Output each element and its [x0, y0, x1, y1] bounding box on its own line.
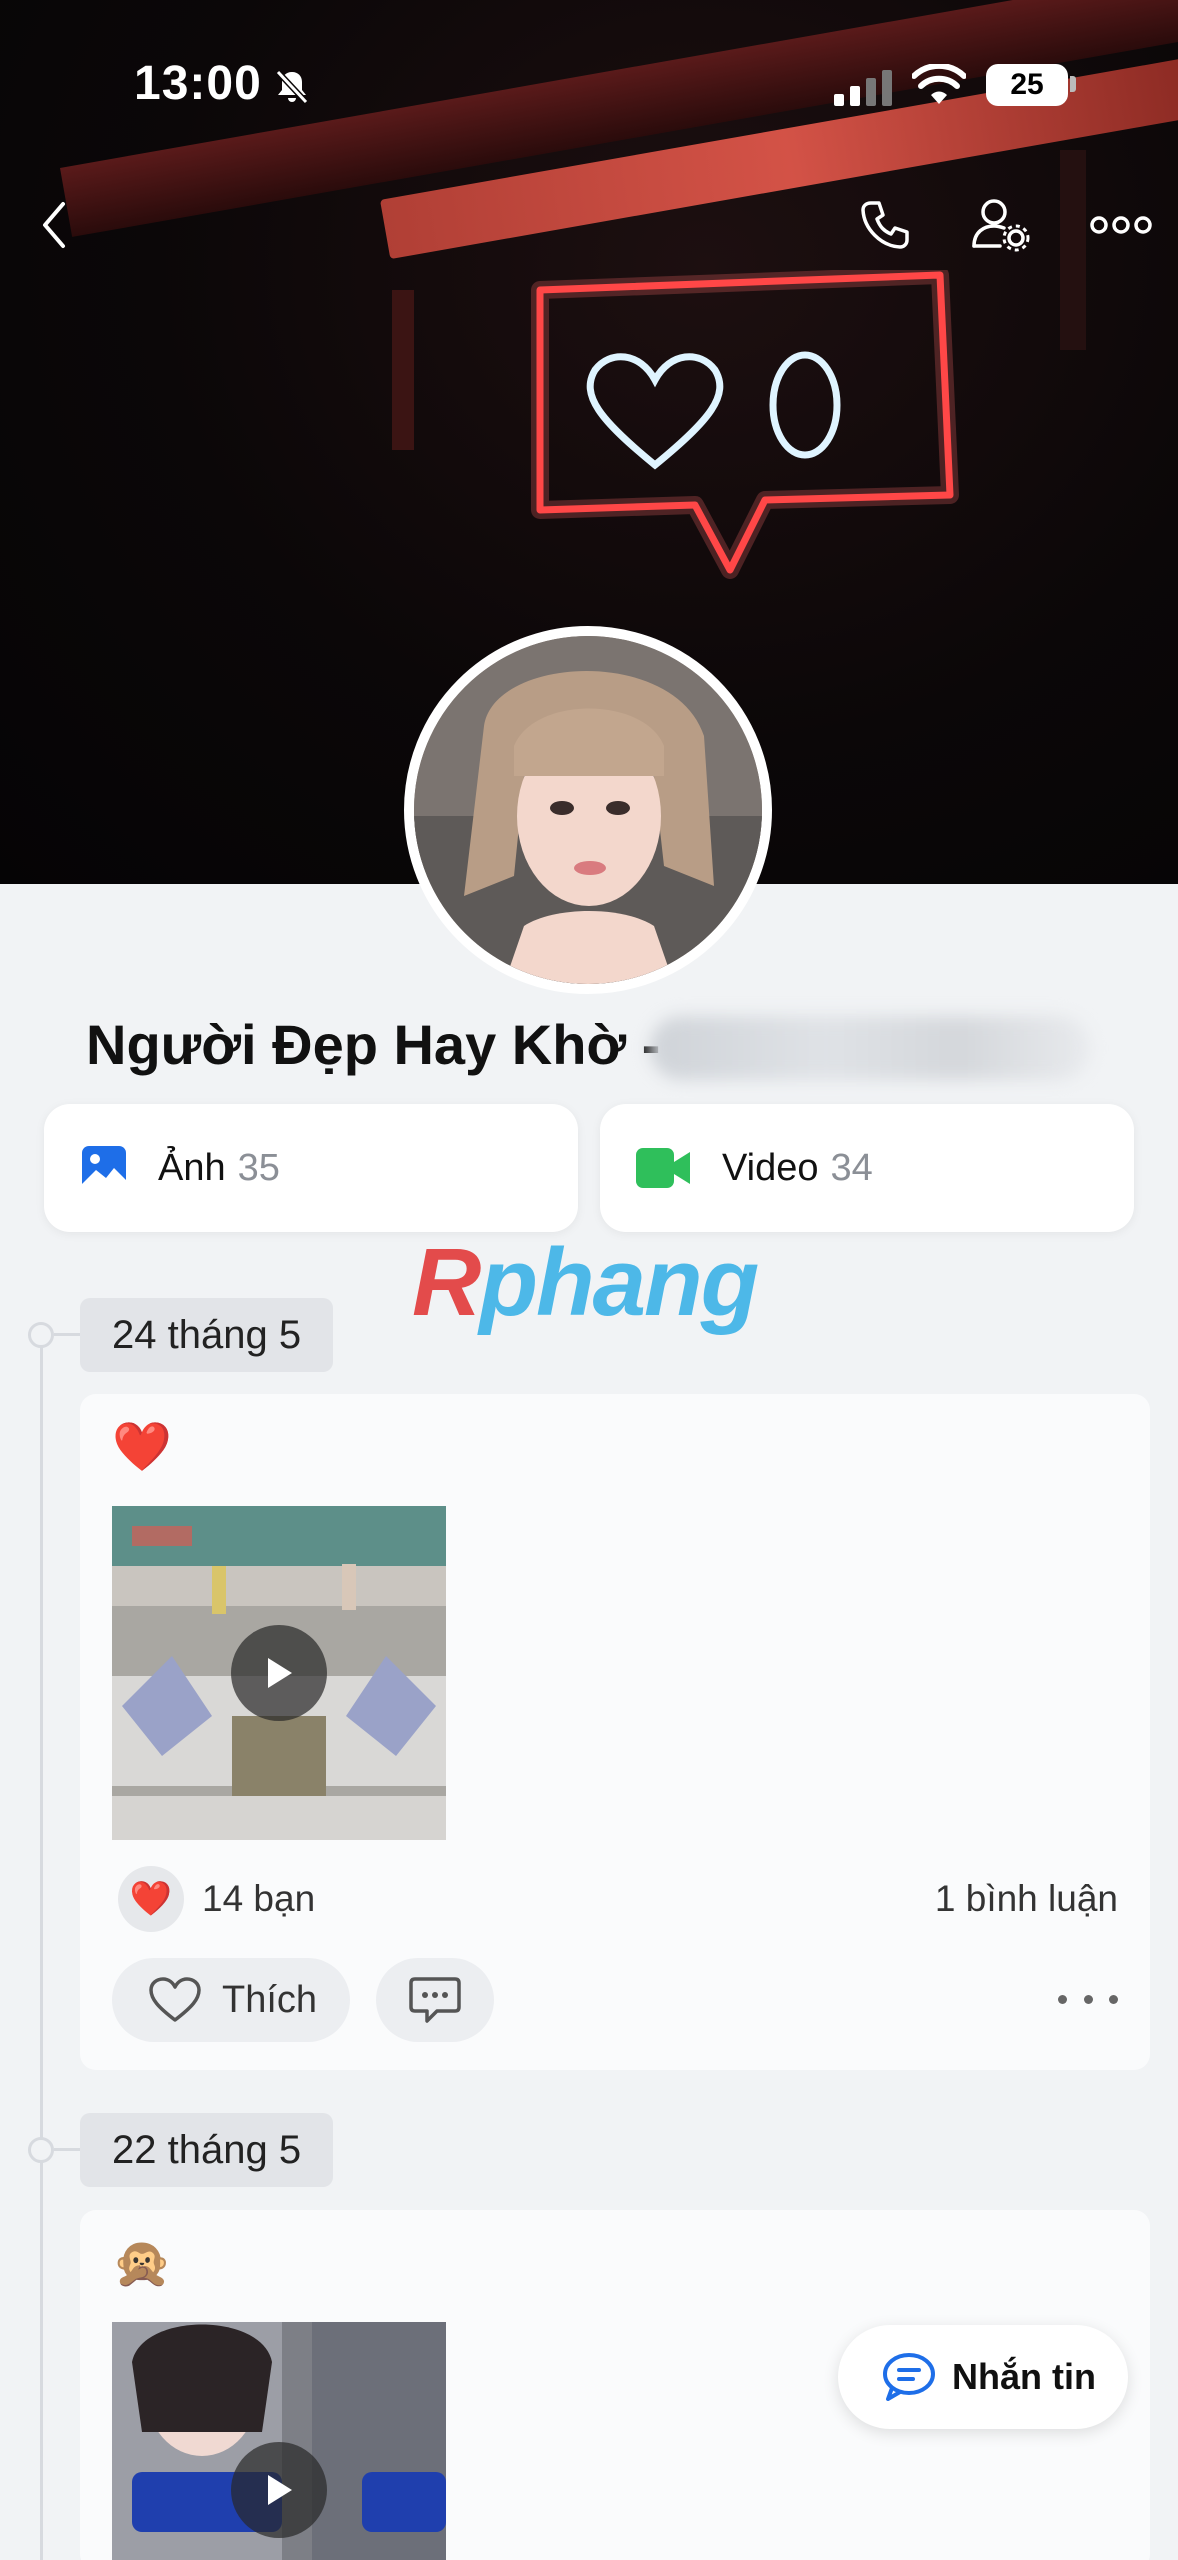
- message-label: Nhắn tin: [952, 2356, 1096, 2397]
- video-thumbnail[interactable]: [112, 2322, 446, 2560]
- reaction-count[interactable]: 14 bạn: [202, 1878, 315, 1920]
- status-time: 13:00: [134, 57, 262, 110]
- timeline-dot: [28, 1322, 54, 1348]
- back-chevron-icon: [43, 202, 65, 248]
- timeline-line: [40, 1330, 43, 2560]
- photos-label: Ảnh: [158, 1146, 226, 1189]
- profile-name: Người Đẹp Hay Khờ -: [86, 1013, 661, 1076]
- comment-icon: [409, 1977, 461, 2023]
- like-label: Thích: [222, 1978, 318, 2021]
- redacted-text: [650, 1016, 1090, 1080]
- like-button[interactable]: Thích: [112, 1958, 350, 2042]
- profile-settings-button[interactable]: [966, 190, 1036, 260]
- videos-label: Video: [722, 1146, 819, 1189]
- play-icon: [268, 2475, 292, 2505]
- timeline-dot: [28, 2137, 54, 2163]
- profile-avatar[interactable]: [404, 626, 772, 994]
- play-button[interactable]: [231, 2442, 327, 2538]
- message-button[interactable]: Nhắn tin: [838, 2325, 1128, 2429]
- phone-icon: [861, 201, 909, 249]
- timeline-tick: [54, 2148, 82, 2151]
- battery-cap: [1070, 76, 1076, 92]
- avatar-portrait: [414, 636, 762, 984]
- signal-icon: [834, 70, 892, 106]
- user-settings-icon: [972, 199, 1030, 252]
- watermark-r: R: [412, 1229, 481, 1336]
- post-caption-emoji: 🙊: [112, 2237, 172, 2290]
- reaction-bubble[interactable]: ❤️: [118, 1866, 184, 1932]
- battery-level: 25: [1010, 68, 1044, 101]
- date-chip: 22 tháng 5: [80, 2113, 334, 2187]
- watermark-rest: phang: [479, 1229, 759, 1336]
- timeline-tick: [54, 1333, 82, 1336]
- videos-tab[interactable]: Video 34: [600, 1104, 1134, 1232]
- cover-post: [1060, 150, 1086, 350]
- date-chip: 24 tháng 5: [80, 1298, 334, 1372]
- heart-outline-icon: [149, 1977, 201, 2022]
- comment-button[interactable]: [376, 1958, 494, 2042]
- wifi-icon: [912, 64, 966, 104]
- post-more-button[interactable]: [1058, 1974, 1118, 2024]
- video-camera-icon: [636, 1148, 690, 1188]
- more-dots-icon: [1090, 216, 1152, 234]
- timeline-post[interactable]: ❤️ ❤️ 14 bạn 1 bình luận Thích: [80, 1394, 1150, 2070]
- comment-count[interactable]: 1 bình luận: [935, 1878, 1118, 1920]
- play-button[interactable]: [231, 1625, 327, 1721]
- cover-post: [392, 290, 414, 450]
- status-bar: 13:00 25: [0, 0, 1178, 170]
- image-icon: [82, 1146, 126, 1190]
- post-caption-emoji: ❤️: [112, 1421, 172, 1474]
- neon-like-sign: [531, 270, 959, 579]
- video-thumbnail[interactable]: [112, 1506, 446, 1840]
- chat-bubble-icon: [883, 2353, 935, 2401]
- photos-count: 35: [237, 1146, 280, 1189]
- videos-count: 34: [830, 1146, 873, 1189]
- silent-bell-icon: [275, 69, 309, 105]
- play-icon: [268, 1658, 292, 1688]
- call-button[interactable]: [850, 190, 920, 260]
- photos-tab[interactable]: Ảnh 35: [44, 1104, 578, 1232]
- more-options-button[interactable]: [1086, 190, 1156, 260]
- reaction-summary: ❤️ 14 bạn 1 bình luận: [118, 1866, 1118, 1936]
- watermark-logo: Rphang: [412, 1228, 759, 1338]
- back-button[interactable]: [20, 190, 90, 260]
- battery-icon: 25: [986, 64, 1068, 106]
